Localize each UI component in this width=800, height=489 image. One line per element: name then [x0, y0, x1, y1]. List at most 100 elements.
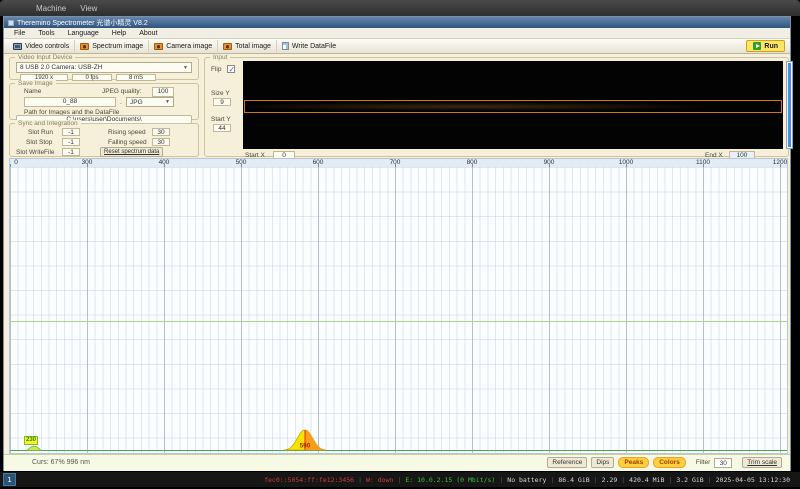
slot-writefile-label: Slot WriteFile — [16, 149, 55, 156]
video-controls-icon — [13, 42, 22, 50]
run-label: Run — [764, 42, 778, 50]
colors-button[interactable]: Colors — [653, 457, 686, 468]
wavelength-scale: 0 300 400 500 600 700 800 900 1000 1100 … — [9, 158, 788, 167]
filename-separator: . — [120, 99, 122, 106]
video-device-value: 8 USB 2.0 Camera: USB-ZH — [20, 64, 103, 71]
video-controls-label: Video controls — [25, 42, 70, 50]
reference-button[interactable]: Reference — [547, 457, 588, 468]
run-button[interactable]: Run — [746, 40, 785, 52]
app-titlebar[interactable]: Theremino Spectrometer 光谱小精灵 V8.2 — [4, 17, 790, 28]
size-y-label: Size Y — [211, 90, 230, 97]
scan-strip-selection[interactable] — [244, 100, 782, 113]
status-segments: fec0::5054:ff:fe12:3456 W: down E: 10.0.… — [264, 476, 790, 484]
system-taskbar: 1 fec0::5054:ff:fe12:3456 W: down E: 10.… — [0, 472, 800, 487]
camera-icon — [80, 42, 90, 50]
x-tick-label: 900 — [543, 159, 555, 166]
status-segment-battery: No battery — [495, 476, 546, 484]
x-tick-label: 800 — [466, 159, 478, 166]
peak-230-bump — [26, 445, 42, 451]
vm-menu-view[interactable]: View — [80, 4, 97, 13]
rising-speed-field[interactable]: 30 — [152, 128, 170, 136]
preview-slider[interactable] — [786, 61, 793, 149]
menu-about[interactable]: About — [139, 30, 157, 37]
chart-status-row: Curs: 67% 996 nm Reference Dips Peaks Co… — [4, 454, 790, 471]
slot-writefile-field[interactable]: -1 — [62, 148, 80, 156]
slot-stop-label: Slot Stop — [26, 139, 53, 146]
camera-image-button[interactable]: Camera image — [149, 40, 219, 52]
camera-image-label: Camera image — [166, 42, 213, 50]
menu-help[interactable]: Help — [112, 30, 126, 37]
x-tick-label: 700 — [389, 159, 401, 166]
start-y-field[interactable]: 44 — [213, 124, 231, 132]
peaks-button[interactable]: Peaks — [618, 457, 650, 468]
x-tick-label: 300 — [81, 159, 93, 166]
spectrum-chart[interactable]: 230 590 — [9, 167, 788, 454]
format-select[interactable]: JPG ▼ — [126, 97, 174, 107]
camera-icon — [223, 42, 233, 50]
slot-run-field[interactable]: -1 — [62, 128, 80, 136]
save-image-title: Save Image — [15, 80, 56, 87]
camera-preview[interactable] — [243, 61, 783, 149]
status-segment-memory: 420.4 MiB — [617, 476, 664, 484]
status-segment-clock: 2025-04-05 13:12:30 — [704, 476, 790, 484]
trim-scale-button[interactable]: Trim scale — [742, 457, 782, 468]
status-segment-load: 2.29 — [590, 476, 618, 484]
video-input-group: Video Input Device 8 USB 2.0 Camera: USB… — [9, 54, 199, 81]
reset-spectrum-button[interactable]: Reset spectrum data — [100, 147, 164, 157]
flip-label: Flip — [211, 66, 222, 73]
video-input-title: Video Input Device — [15, 54, 76, 61]
format-value: JPG — [130, 98, 143, 106]
filename-field[interactable]: 0_88 — [24, 97, 116, 107]
x-tick-label: 500 — [235, 159, 247, 166]
x-tick-label: 0 — [14, 159, 18, 166]
total-image-button[interactable]: Total image — [218, 40, 277, 52]
peak-590-label: 590 — [300, 443, 311, 450]
x-tick-label: 1200 — [772, 159, 788, 166]
vm-menu-machine[interactable]: Machine — [36, 4, 66, 13]
dips-button[interactable]: Dips — [591, 457, 615, 468]
spectrum-image-label: Spectrum image — [92, 42, 144, 50]
camera-icon — [154, 42, 164, 50]
write-datafile-icon — [281, 42, 289, 50]
app-icon — [8, 19, 14, 26]
filter-field[interactable]: 30 — [714, 457, 733, 468]
input-group: Input Flip Size Y 9 Start Y 44 Start X 0… — [204, 54, 793, 159]
latency-readout: 8 mS — [116, 74, 156, 81]
video-controls-button[interactable]: Video controls — [8, 40, 76, 52]
rising-speed-label: Rising speed — [108, 129, 146, 136]
menu-language[interactable]: Language — [68, 30, 99, 37]
size-y-field[interactable]: 9 — [213, 98, 231, 106]
slot-stop-field[interactable]: -1 — [62, 138, 80, 146]
chart-controls: Reference Dips Peaks Colors Filter 30 Tr… — [547, 457, 782, 468]
spectrum-baseline — [10, 450, 787, 451]
write-datafile-button[interactable]: Write DataFile — [277, 40, 341, 52]
vm-screen: Machine View Theremino Spectrometer 光谱小精… — [0, 0, 800, 489]
peak-230-badge: 230 — [24, 436, 39, 445]
jpeg-quality-field[interactable]: 100 — [152, 87, 174, 97]
chevron-down-icon: ▼ — [165, 99, 170, 105]
status-segment-ethernet: E: 10.0.2.15 (0 Mbit/s) — [393, 476, 495, 484]
save-image-group: Save Image Name JPEG quality: 100 0_88 .… — [9, 80, 199, 124]
sync-title: Sync and Integration — [15, 120, 81, 127]
slot-run-label: Slot Run — [28, 129, 53, 136]
status-segment-ipv6: fec0::5054:ff:fe12:3456 — [264, 475, 355, 484]
menu-tools[interactable]: Tools — [38, 30, 54, 37]
app-window: Theremino Spectrometer 光谱小精灵 V8.2 File T… — [3, 16, 793, 471]
status-segment-disk: 86.4 GiB — [546, 476, 589, 484]
workspace-indicator[interactable]: 1 — [3, 473, 16, 486]
spectrum-image-button[interactable]: Spectrum image — [75, 40, 150, 52]
cursor-readout: Curs: 67% 996 nm — [32, 459, 90, 466]
status-segment-swap: 3.2 GiB — [664, 476, 703, 484]
flip-checkbox[interactable] — [227, 65, 235, 74]
video-device-select[interactable]: 8 USB 2.0 Camera: USB-ZH ▼ — [16, 62, 192, 73]
app-toolbar: Video controls Spectrum image Camera ima… — [4, 39, 790, 54]
vm-window-menubar: Machine View — [0, 0, 800, 16]
falling-speed-field[interactable]: 30 — [152, 138, 170, 146]
input-title: Input — [210, 54, 231, 61]
x-tick-label: 400 — [158, 159, 170, 166]
sync-integration-group: Sync and Integration Slot Run -1 Slot St… — [9, 120, 199, 157]
play-icon — [753, 42, 762, 50]
menu-file[interactable]: File — [14, 30, 25, 37]
write-datafile-label: Write DataFile — [291, 42, 337, 50]
x-tick-label: 1100 — [696, 159, 710, 166]
